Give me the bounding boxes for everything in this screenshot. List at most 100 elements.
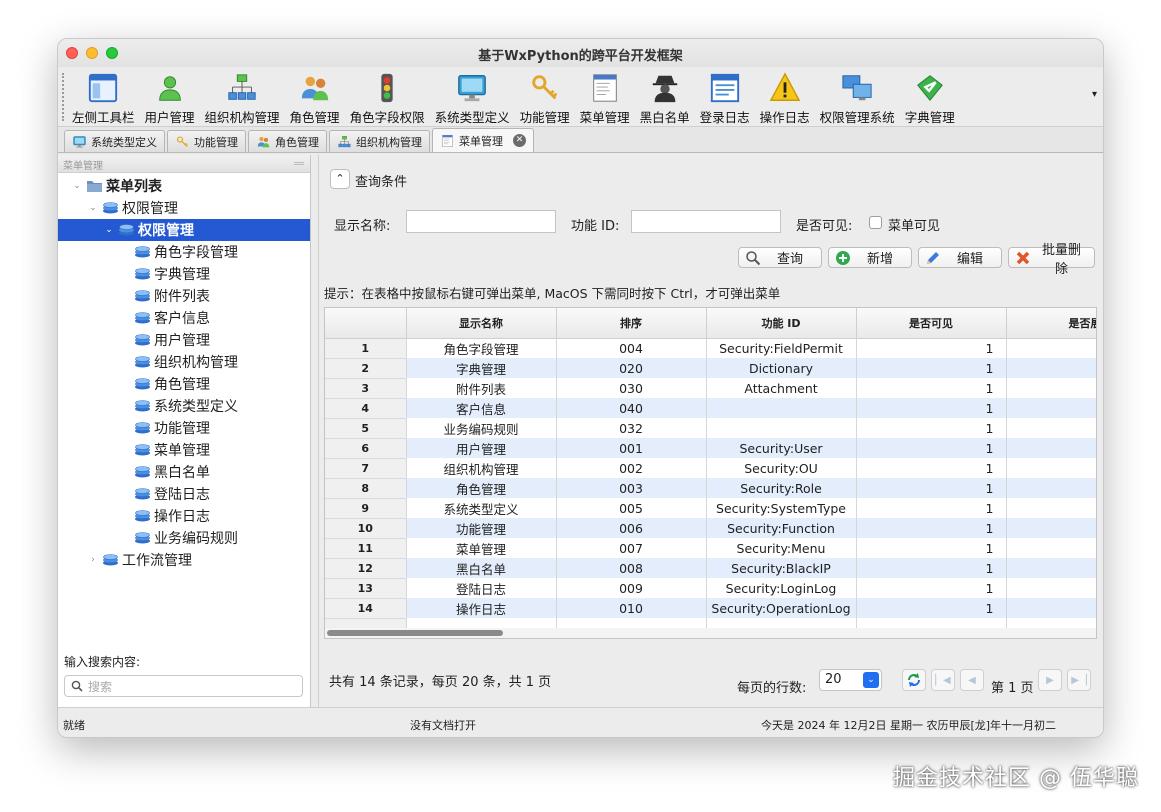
table-cell[interactable] xyxy=(706,418,857,438)
tab-3[interactable]: 组织机构管理 xyxy=(329,130,430,152)
table-cell[interactable]: 0 xyxy=(1006,578,1096,598)
row-header[interactable]: 9 xyxy=(325,498,407,519)
sidebar-grip-icon[interactable] xyxy=(294,162,304,165)
toolbar-grip[interactable] xyxy=(62,73,64,121)
toolbar-button-3[interactable]: 角色管理 xyxy=(290,71,340,126)
table-cell[interactable]: 010 xyxy=(556,598,707,618)
table-cell[interactable]: 007 xyxy=(556,538,707,558)
table-cell[interactable]: 0 xyxy=(1006,558,1096,578)
row-header[interactable]: 6 xyxy=(325,438,407,459)
toolbar-button-12[interactable]: 字典管理 xyxy=(905,71,955,126)
table-cell[interactable]: Security:OperationLog xyxy=(706,598,857,618)
tab-4[interactable]: 菜单管理 ✕ xyxy=(432,128,534,152)
toolbar-button-9[interactable]: 登录日志 xyxy=(700,71,750,126)
table-cell[interactable]: 030 xyxy=(556,378,707,398)
table-cell[interactable]: 1 xyxy=(856,438,1007,458)
table-row[interactable]: 2字典管理020Dictionary10 xyxy=(325,358,1096,379)
menu-data-grid[interactable]: 显示名称排序功能 ID是否可见是否展开 1角色字段管理004Security:F… xyxy=(324,307,1097,639)
row-header[interactable]: 4 xyxy=(325,398,407,419)
add-button[interactable]: 新增 xyxy=(828,247,912,268)
row-header[interactable]: 8 xyxy=(325,478,407,499)
prev-page-button[interactable]: ◀ xyxy=(960,669,984,691)
row-header[interactable]: 14 xyxy=(325,598,407,619)
table-cell[interactable]: Security:Function xyxy=(706,518,857,538)
table-cell[interactable]: 0 xyxy=(1006,378,1096,398)
column-header[interactable]: 功能 ID xyxy=(706,308,857,339)
table-cell[interactable]: Security:Role xyxy=(706,478,857,498)
tree-node[interactable]: 黑白名单 xyxy=(58,461,310,483)
toolbar-button-11[interactable]: 权限管理系统 xyxy=(820,71,895,126)
table-cell[interactable]: 0 xyxy=(1006,598,1096,618)
tab-2[interactable]: 角色管理 xyxy=(248,130,327,152)
collapse-query-button[interactable]: ⌃ xyxy=(330,169,350,189)
tree-node[interactable]: ⌄ 权限管理 xyxy=(58,219,310,241)
toolbar-overflow-icon[interactable]: ▾ xyxy=(1092,89,1097,100)
table-cell[interactable]: 菜单管理 xyxy=(406,538,557,558)
close-icon[interactable]: ✕ xyxy=(513,134,526,147)
table-cell[interactable]: 系统类型定义 xyxy=(406,498,557,518)
scrollbar-thumb[interactable] xyxy=(327,630,503,636)
table-row[interactable]: 5业务编码规则032 10 xyxy=(325,418,1096,439)
table-row[interactable]: 6用户管理001Security:User10 xyxy=(325,438,1096,459)
table-cell[interactable]: Security:BlackIP xyxy=(706,558,857,578)
tab-0[interactable]: 系统类型定义 xyxy=(64,130,165,152)
toolbar-button-1[interactable]: 用户管理 xyxy=(145,71,195,126)
table-cell[interactable]: 黑白名单 xyxy=(406,558,557,578)
table-cell[interactable]: Security:User xyxy=(706,438,857,458)
sidebar-search-input[interactable]: 搜索 xyxy=(64,675,303,697)
table-cell[interactable]: 角色字段管理 xyxy=(406,338,557,358)
table-row[interactable]: 13登陆日志009Security:LoginLog10 xyxy=(325,578,1096,599)
table-row[interactable]: 10功能管理006Security:Function10 xyxy=(325,518,1096,539)
table-cell[interactable]: Security:FieldPermit xyxy=(706,338,857,358)
table-row[interactable]: 12黑白名单008Security:BlackIP10 xyxy=(325,558,1096,579)
table-cell[interactable]: 1 xyxy=(856,578,1007,598)
table-cell[interactable]: 角色管理 xyxy=(406,478,557,498)
toolbar-button-8[interactable]: 黑白名单 xyxy=(640,71,690,126)
table-cell[interactable]: Security:LoginLog xyxy=(706,578,857,598)
table-cell[interactable]: 0 xyxy=(1006,358,1096,378)
table-cell[interactable]: 0 xyxy=(1006,338,1096,358)
tree-expander-icon[interactable]: › xyxy=(86,555,100,565)
table-cell[interactable]: 1 xyxy=(856,378,1007,398)
table-cell[interactable]: 1 xyxy=(856,458,1007,478)
toolbar-button-4[interactable]: 角色字段权限 xyxy=(350,71,425,126)
tree-expander-icon[interactable]: ⌄ xyxy=(102,225,116,235)
table-row[interactable]: 4客户信息040 10 xyxy=(325,398,1096,419)
table-cell[interactable]: 009 xyxy=(556,578,707,598)
tree-node[interactable]: 登陆日志 xyxy=(58,483,310,505)
table-row[interactable]: 7组织机构管理002Security:OU10 xyxy=(325,458,1096,479)
tree-node[interactable]: 角色管理 xyxy=(58,373,310,395)
row-header[interactable]: 10 xyxy=(325,518,407,539)
tree-node[interactable]: 用户管理 xyxy=(58,329,310,351)
tree-node[interactable]: ⌄ 菜单列表 xyxy=(58,175,310,197)
edit-button[interactable]: 编辑 xyxy=(918,247,1002,268)
column-header[interactable]: 排序 xyxy=(556,308,707,339)
table-row[interactable]: 8角色管理003Security:Role10 xyxy=(325,478,1096,499)
table-cell[interactable]: Security:Menu xyxy=(706,538,857,558)
table-row[interactable]: 3附件列表030Attachment10 xyxy=(325,378,1096,399)
rows-per-page-select[interactable]: 20 ⌄ xyxy=(819,669,882,691)
table-cell[interactable]: Security:OU xyxy=(706,458,857,478)
tree-node[interactable]: 客户信息 xyxy=(58,307,310,329)
table-cell[interactable]: Security:SystemType xyxy=(706,498,857,518)
table-cell[interactable]: 1 xyxy=(856,358,1007,378)
toolbar-button-5[interactable]: 系统类型定义 xyxy=(435,71,510,126)
table-cell[interactable]: 032 xyxy=(556,418,707,438)
table-cell[interactable] xyxy=(706,398,857,418)
table-cell[interactable]: 1 xyxy=(856,538,1007,558)
row-header[interactable]: 12 xyxy=(325,558,407,579)
function-id-input[interactable] xyxy=(631,210,781,233)
table-cell[interactable]: 0 xyxy=(1006,398,1096,418)
menu-visible-checkbox[interactable] xyxy=(869,216,882,229)
table-cell[interactable]: 005 xyxy=(556,498,707,518)
toolbar-button-0[interactable]: 左侧工具栏 xyxy=(72,71,135,126)
table-cell[interactable]: 1 xyxy=(856,478,1007,498)
tree-node[interactable]: 操作日志 xyxy=(58,505,310,527)
tree-node[interactable]: 组织机构管理 xyxy=(58,351,310,373)
tree-node[interactable]: 系统类型定义 xyxy=(58,395,310,417)
batch-delete-button[interactable]: 批量删除 xyxy=(1008,243,1095,277)
table-cell[interactable]: 0 xyxy=(1006,478,1096,498)
table-cell[interactable]: Dictionary xyxy=(706,358,857,378)
table-cell[interactable]: 004 xyxy=(556,338,707,358)
tree-node[interactable]: 角色字段管理 xyxy=(58,241,310,263)
